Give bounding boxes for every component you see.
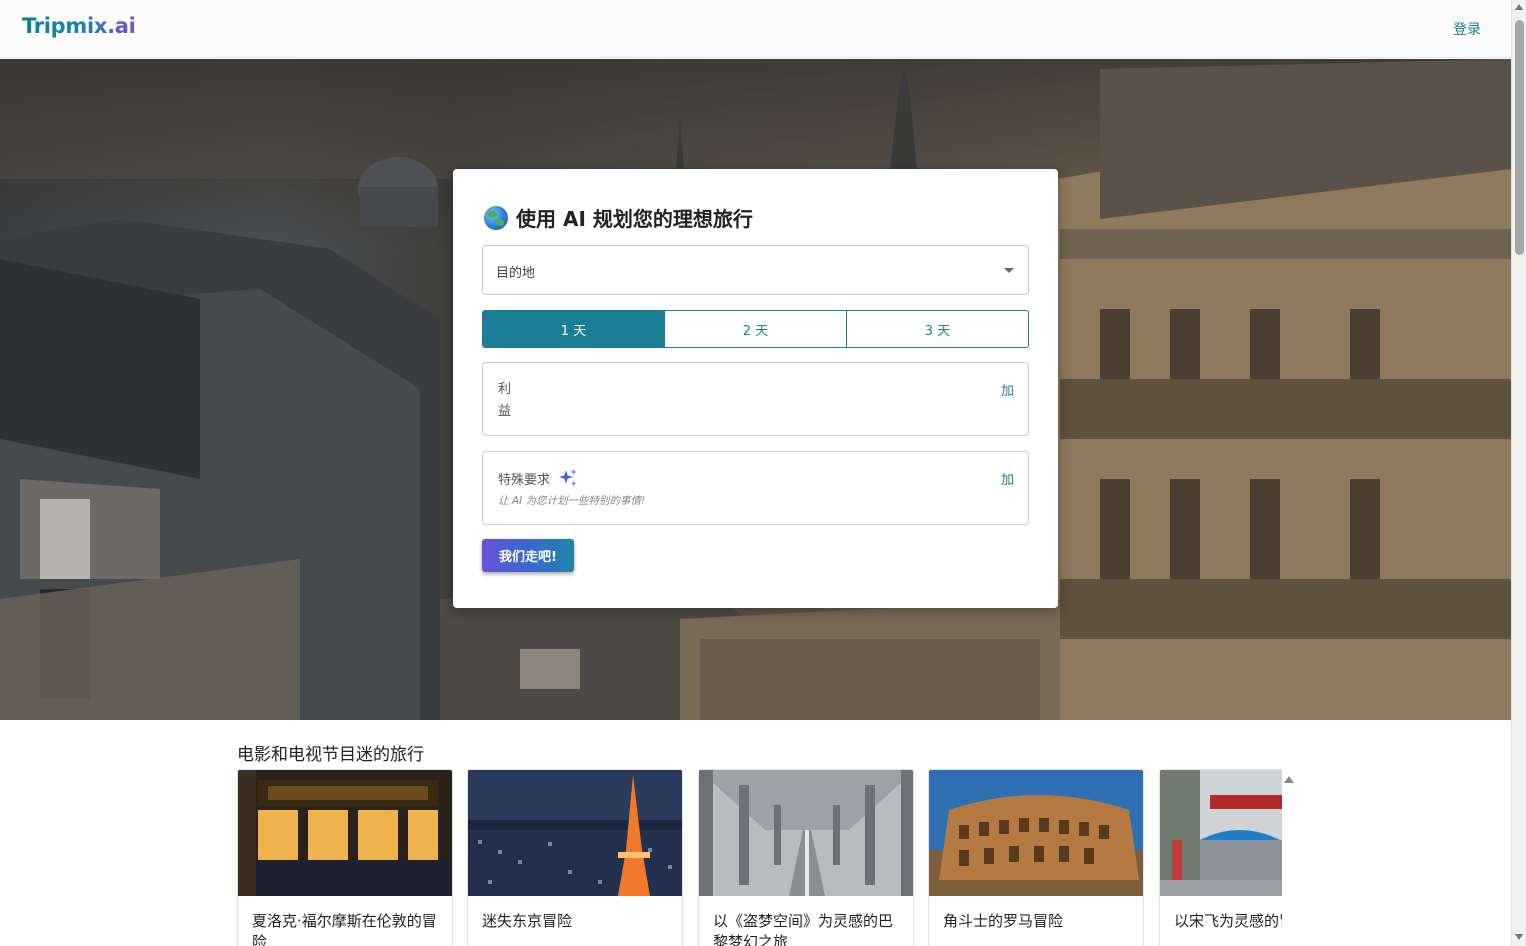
destination-label: 目的地	[496, 266, 536, 281]
special-requests-label: 特殊要求	[498, 468, 578, 488]
add-special-request-button[interactable]: 加	[1001, 469, 1014, 488]
day-option-1[interactable]: 1 天	[483, 311, 665, 347]
top-header: Tripmix.ai 登录	[0, 0, 1511, 58]
trip-carousel: 夏洛克·福尔摩斯在伦敦的冒险 迷失东京冒险 以《盗梦空间》为灵感的巴黎梦幻之旅 …	[237, 769, 1282, 946]
chevron-down-icon	[1004, 268, 1014, 273]
special-requests-box[interactable]: 特殊要求 让 AI 为您计划一些特别的事情! 加	[482, 451, 1029, 525]
day-option-2[interactable]: 2 天	[665, 311, 847, 347]
page-scrollbar[interactable]	[1511, 0, 1526, 946]
planner-title-text: 使用 AI 规划您的理想旅行	[516, 207, 753, 231]
scrollbar-thumb[interactable]	[1515, 20, 1524, 255]
trip-planner-card: 使用 AI 规划您的理想旅行 目的地 1 天 2 天 3 天 利 益 加 特殊要…	[453, 169, 1058, 608]
special-requests-label-text: 特殊要求	[498, 472, 551, 488]
trip-card-title: 迷失东京冒险	[482, 912, 573, 930]
interests-label: 利 益	[498, 379, 512, 423]
planner-title: 使用 AI 规划您的理想旅行	[484, 203, 753, 232]
trip-card-inception[interactable]: 以《盗梦空间》为灵感的巴黎梦幻之旅	[698, 769, 914, 946]
bir-hakeim-bridge-image	[699, 770, 913, 896]
interests-label-line1: 利	[498, 382, 512, 397]
trip-card-title: 夏洛克·福尔摩斯在伦敦的冒险	[252, 912, 437, 946]
trip-card-title: 角斗士的罗马冒险	[943, 912, 1064, 930]
days-toggle-group: 1 天 2 天 3 天	[482, 310, 1029, 348]
trip-card-gladiator[interactable]: 角斗士的罗马冒险	[928, 769, 1144, 946]
add-interest-button[interactable]: 加	[1001, 380, 1014, 399]
destination-select[interactable]: 目的地	[482, 245, 1029, 295]
globe-icon	[484, 205, 508, 230]
scroll-down-arrow-icon[interactable]	[1515, 934, 1523, 940]
trip-card-sherlock[interactable]: 夏洛克·福尔摩斯在伦敦的冒险	[237, 769, 453, 946]
section-title: 电影和电视节目迷的旅行	[237, 745, 424, 765]
colosseum-image	[929, 770, 1143, 896]
scroll-up-arrow-icon[interactable]	[1515, 4, 1523, 10]
interests-box[interactable]: 利 益 加	[482, 362, 1029, 436]
tokyo-tower-night-image	[468, 770, 682, 896]
day-option-3[interactable]: 3 天	[847, 311, 1028, 347]
sparkle-icon	[559, 469, 577, 486]
carousel-scroll-up-icon[interactable]	[1284, 776, 1294, 783]
trip-card-seinfeld[interactable]: 以宋飞为灵感的冒险	[1159, 769, 1282, 946]
trip-card-title: 以宋飞为灵感的冒险	[1174, 912, 1282, 930]
special-requests-hint: 让 AI 为您计划一些特别的事情!	[498, 495, 646, 507]
interests-label-line2: 益	[498, 404, 512, 419]
logo[interactable]: Tripmix.ai	[22, 14, 136, 38]
trip-card-tokyo[interactable]: 迷失东京冒险	[467, 769, 683, 946]
trip-card-title: 以《盗梦空间》为灵感的巴黎梦幻之旅	[713, 912, 894, 946]
sherlock-holmes-pub-image	[238, 770, 452, 896]
login-link[interactable]: 登录	[1453, 19, 1481, 39]
lets-go-button[interactable]: 我们走吧!	[482, 539, 574, 572]
toms-restaurant-image	[1160, 770, 1282, 896]
